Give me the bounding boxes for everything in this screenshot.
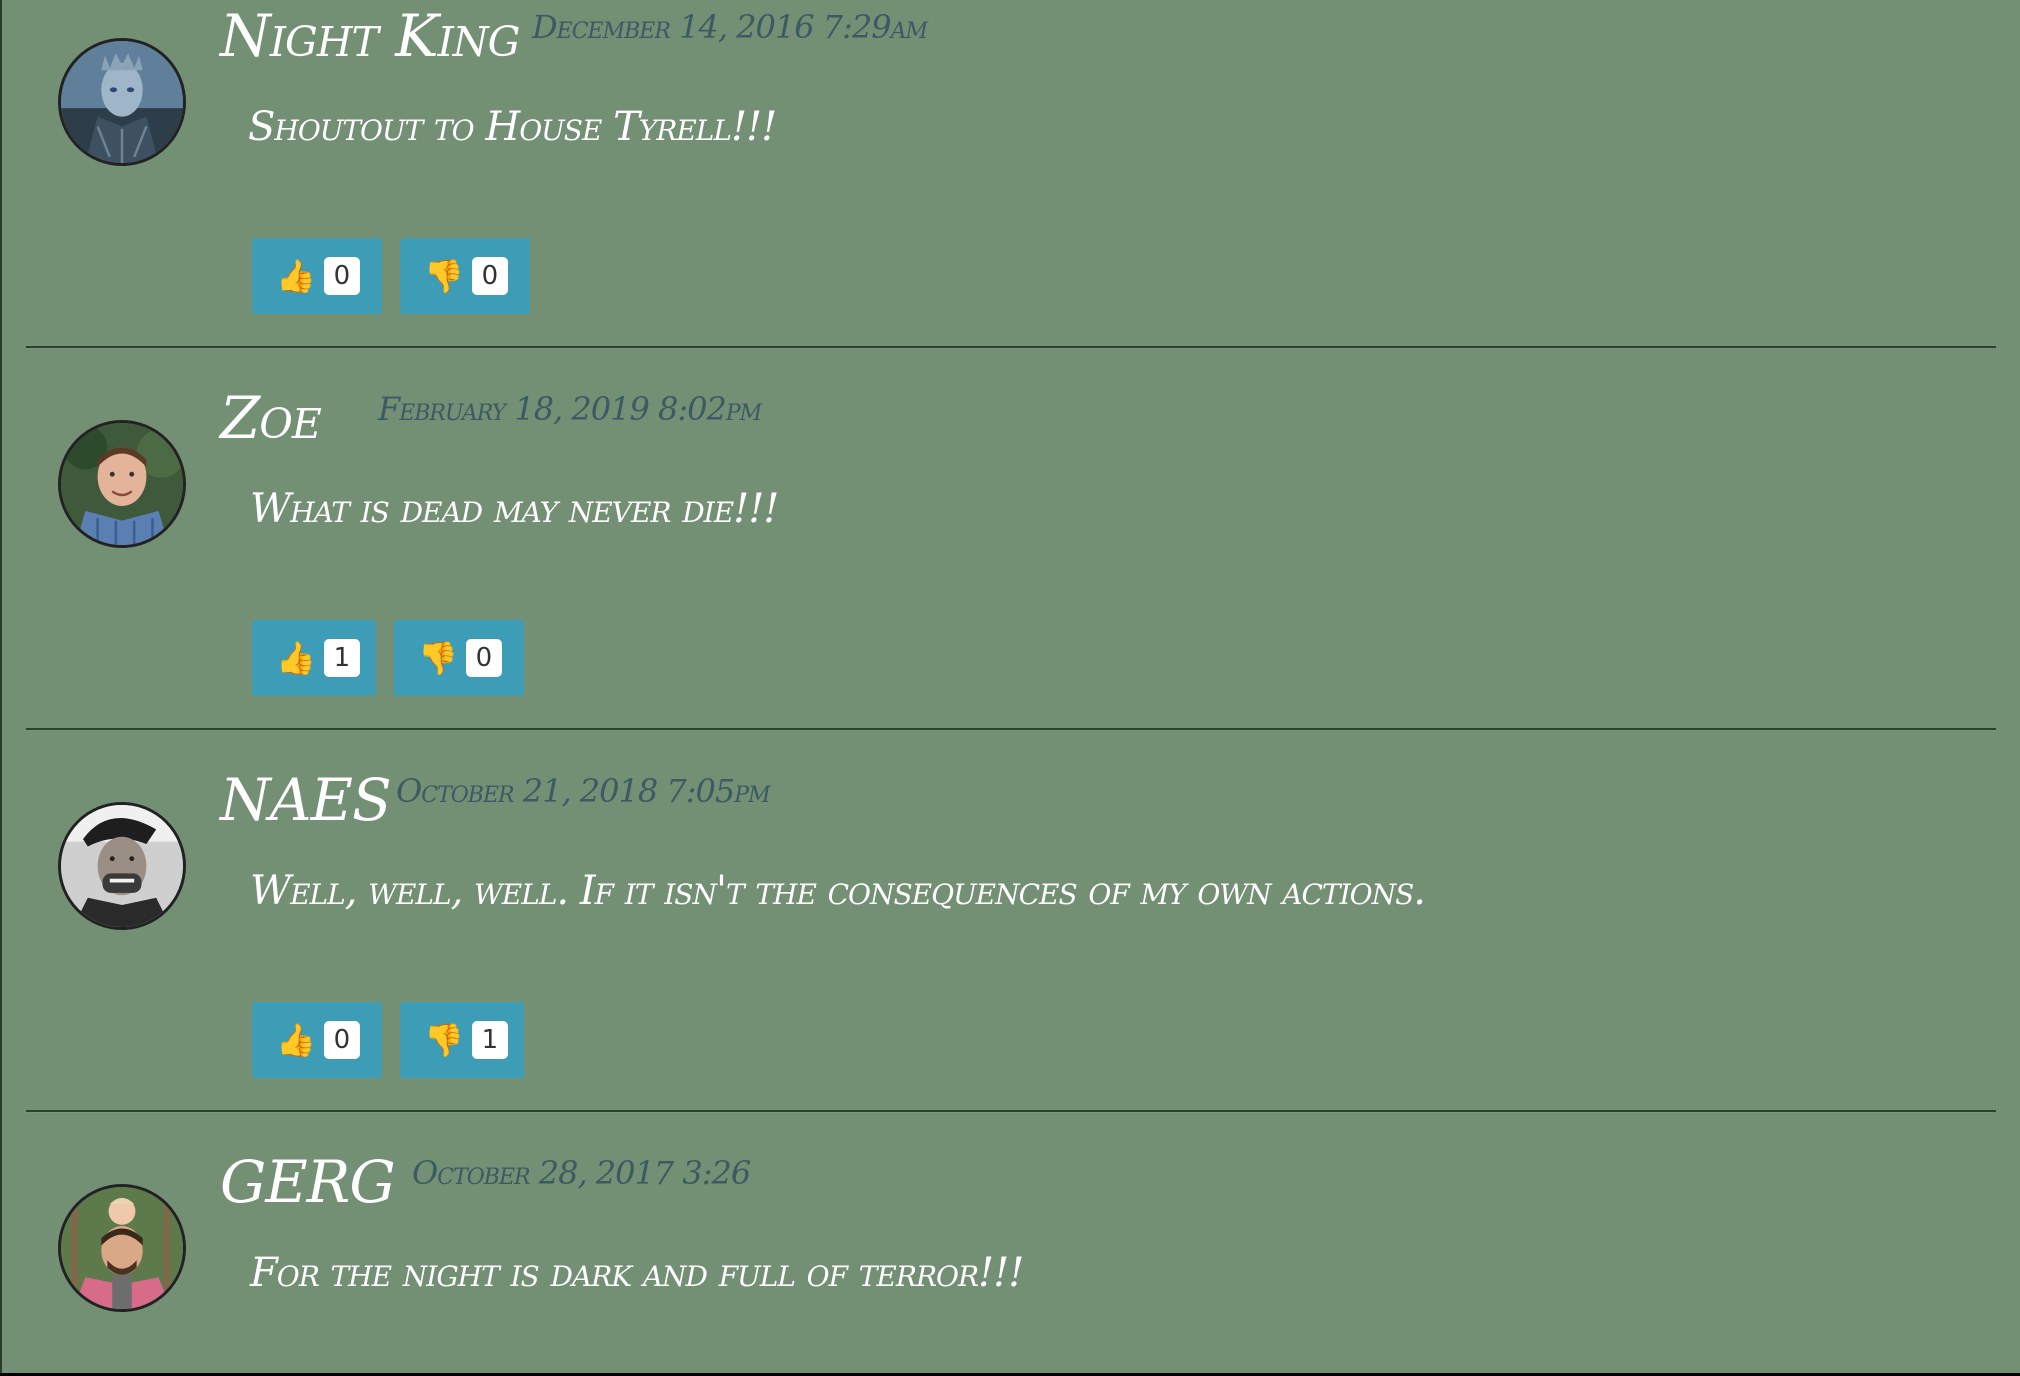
like-button[interactable]: 👍 0 bbox=[252, 1002, 382, 1078]
comment-timestamp: December 14, 2016 7:29am bbox=[532, 8, 928, 46]
comment-username[interactable]: NAES bbox=[220, 766, 392, 834]
like-button[interactable]: 👍 1 bbox=[252, 620, 376, 696]
comment-timestamp: October 28, 2017 3:26 bbox=[412, 1154, 751, 1192]
thumbs-down-icon: 👎 bbox=[418, 639, 458, 677]
comment-divider bbox=[26, 728, 1996, 730]
comment-username[interactable]: Night King bbox=[220, 2, 520, 70]
like-button[interactable]: 👍 0 bbox=[252, 238, 382, 314]
comment-timestamp: February 18, 2019 8:02pm bbox=[378, 390, 762, 428]
comment-username[interactable]: Zoe bbox=[220, 384, 322, 452]
thumbs-down-icon: 👎 bbox=[424, 257, 464, 295]
comment-text: What is dead may never die!!! bbox=[250, 486, 779, 532]
comment-divider bbox=[26, 1110, 1996, 1112]
user-avatar[interactable] bbox=[58, 420, 186, 548]
comment-item: Night King December 14, 2016 7:29am Shou… bbox=[2, 0, 2020, 382]
comment-divider bbox=[26, 346, 1996, 348]
like-count: 0 bbox=[323, 1021, 360, 1059]
comment-text: Shoutout to House Tyrell!!! bbox=[248, 104, 777, 150]
gerg-avatar-image bbox=[61, 1187, 183, 1309]
dislike-count: 0 bbox=[465, 639, 502, 677]
night-king-avatar-image bbox=[61, 41, 183, 163]
comment-text: Well, well, well. If it isn't the conseq… bbox=[250, 868, 1426, 914]
user-avatar[interactable] bbox=[58, 1184, 186, 1312]
user-avatar[interactable] bbox=[58, 38, 186, 166]
dislike-count: 1 bbox=[471, 1021, 508, 1059]
thumbs-up-icon: 👍 bbox=[276, 639, 316, 677]
comment-item: GERG October 28, 2017 3:26 For the night… bbox=[2, 1146, 2020, 1373]
like-count: 0 bbox=[323, 257, 360, 295]
thumbs-up-icon: 👍 bbox=[276, 257, 316, 295]
dislike-button[interactable]: 👎 0 bbox=[394, 620, 524, 696]
thumbs-down-icon: 👎 bbox=[424, 1021, 464, 1059]
thumbs-up-icon: 👍 bbox=[276, 1021, 316, 1059]
comment-item: Zoe February 18, 2019 8:02pm What is dea… bbox=[2, 382, 2020, 764]
comment-item: NAES October 21, 2018 7:05pm Well, well,… bbox=[2, 764, 2020, 1146]
zoe-avatar-image bbox=[61, 423, 183, 545]
comment-username[interactable]: GERG bbox=[220, 1148, 396, 1216]
dislike-button[interactable]: 👎 0 bbox=[400, 238, 530, 314]
user-avatar[interactable] bbox=[58, 802, 186, 930]
like-count: 1 bbox=[323, 639, 360, 677]
comment-timestamp: October 21, 2018 7:05pm bbox=[396, 772, 771, 810]
dislike-button[interactable]: 👎 1 bbox=[400, 1002, 524, 1078]
naes-avatar-image bbox=[61, 805, 183, 927]
dislike-count: 0 bbox=[471, 257, 508, 295]
comment-text: For the night is dark and full of terror… bbox=[250, 1250, 1024, 1296]
comments-page: Night King December 14, 2016 7:29am Shou… bbox=[0, 0, 2020, 1373]
